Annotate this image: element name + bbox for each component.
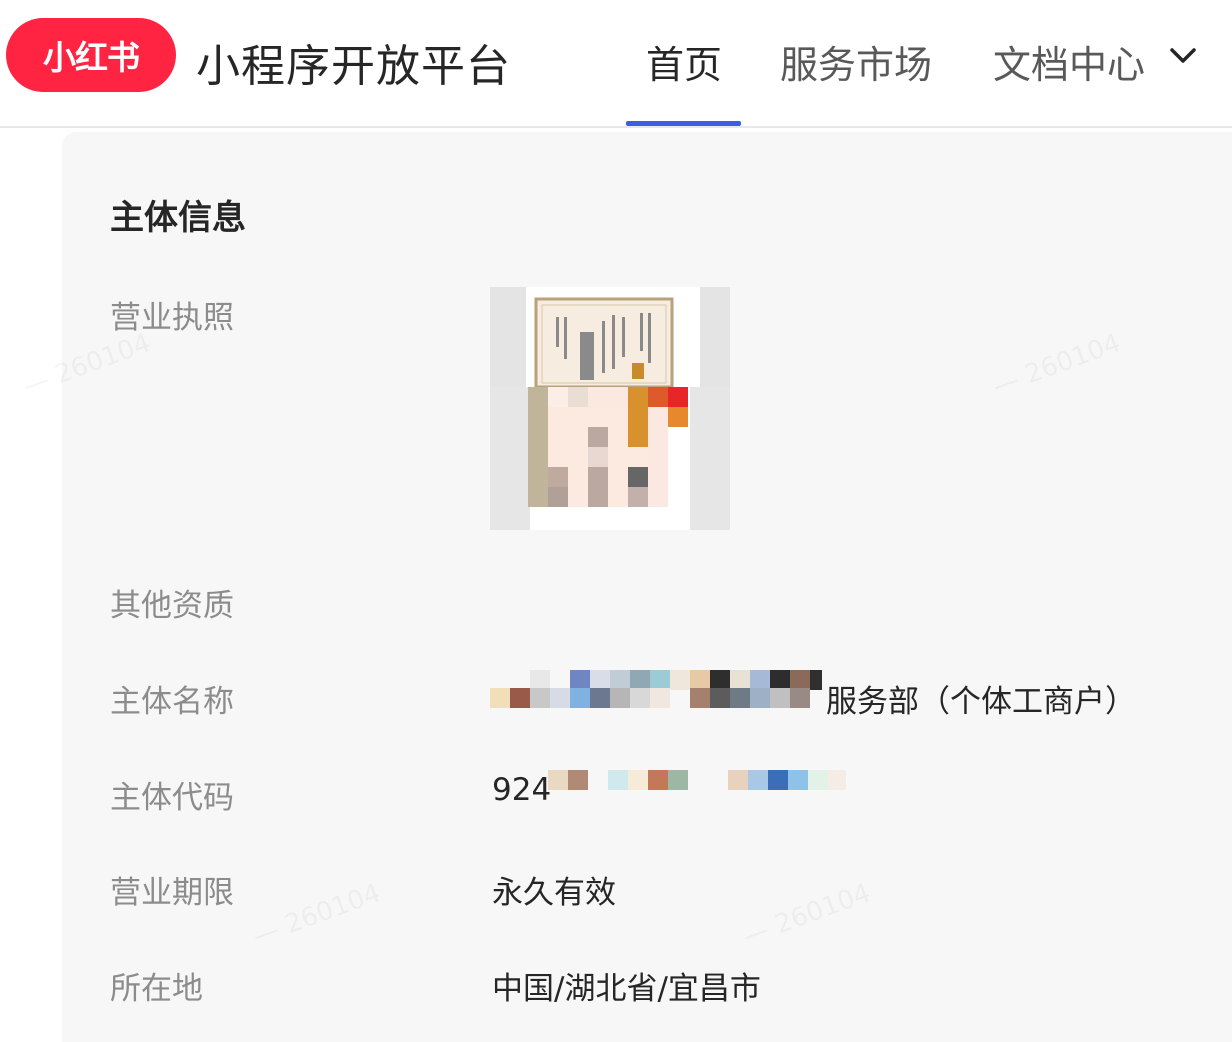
entity-code-label: 主体代码 (110, 780, 234, 816)
entity-name-value: 服务部（个体工商户） (826, 684, 1136, 720)
location-label: 所在地 (110, 971, 203, 1007)
top-header: 小红书 小程序开放平台 首页 服务市场 文档中心 (0, 0, 1232, 128)
business-term-label: 营业期限 (110, 875, 234, 911)
section-title: 主体信息 (110, 198, 246, 238)
location-value: 中国/湖北省/宜昌市 (492, 971, 761, 1007)
nav-service-market[interactable]: 服务市场 (780, 34, 932, 89)
chevron-down-icon[interactable] (1166, 40, 1200, 70)
xiaohongshu-logo[interactable]: 小红书 (6, 18, 176, 92)
nav-docs-center[interactable]: 文档中心 (993, 34, 1145, 89)
entity-code-redacted (548, 770, 848, 796)
entity-name-label: 主体名称 (110, 684, 234, 720)
entity-info-panel (62, 132, 1232, 1042)
left-margin (0, 130, 62, 1030)
entity-name-redacted (490, 670, 830, 714)
business-license-thumbnail[interactable] (490, 287, 730, 530)
other-qualifications-label: 其他资质 (110, 588, 234, 624)
platform-title: 小程序开放平台 (196, 41, 511, 92)
nav-home[interactable]: 首页 (646, 34, 722, 89)
license-mosaic (528, 387, 688, 507)
business-license-label: 营业执照 (110, 300, 234, 336)
entity-code-value: 924 (492, 772, 552, 808)
business-term-value: 永久有效 (492, 875, 616, 911)
active-nav-indicator (626, 121, 741, 126)
